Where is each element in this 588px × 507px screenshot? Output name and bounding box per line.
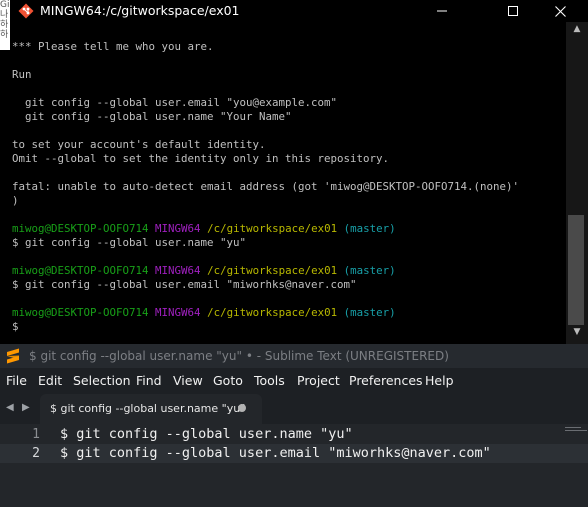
- tab-nav-left-icon[interactable]: ◀: [6, 402, 14, 413]
- menu-file[interactable]: File: [6, 373, 27, 388]
- editor-tab[interactable]: $ git config --global user.name "yu": [40, 394, 262, 424]
- command-prompt-symbol: $: [12, 320, 19, 333]
- prompt-line: miwog@DESKTOP-OOFO714 MINGW64 /c/gitwork…: [12, 222, 396, 236]
- sublime-window: $ git config --global user.name "yu" • -…: [0, 344, 588, 507]
- close-icon: [554, 5, 566, 17]
- code-line[interactable]: $ git config --global user.name "yu": [60, 425, 353, 444]
- prompt-line: miwog@DESKTOP-OOFO714 MINGW64 /c/gitwork…: [12, 306, 396, 320]
- editor-area[interactable]: 1 $ git config --global user.name "yu" 2…: [0, 424, 588, 507]
- terminal-output[interactable]: *** Please tell me who you are. Run git …: [0, 22, 566, 344]
- terminal-line: git config --global user.email "you@exam…: [12, 96, 338, 109]
- menu-project[interactable]: Project: [297, 373, 340, 388]
- close-button[interactable]: [537, 0, 583, 22]
- sublime-title: $ git config --global user.name "yu" • -…: [29, 349, 449, 363]
- terminal-line: Run: [12, 68, 32, 81]
- command-line[interactable]: $: [12, 320, 19, 334]
- prompt-user: miwog@DESKTOP-OOFO714: [12, 264, 149, 277]
- menu-help[interactable]: Help: [425, 373, 454, 388]
- maximize-button[interactable]: [490, 0, 536, 22]
- tab-nav-right-icon[interactable]: ▶: [22, 402, 30, 413]
- terminal-line: fatal: unable to auto-detect email addre…: [12, 180, 520, 193]
- terminal-line: to set your account's default identity.: [12, 138, 266, 151]
- background-window-edge: Gi 나하 하: [0, 0, 10, 50]
- prompt-branch: (master): [343, 264, 396, 277]
- minimize-icon: [437, 10, 447, 12]
- command-line: $ git config --global user.name "yu": [12, 236, 247, 249]
- menu-preferences[interactable]: Preferences: [349, 373, 423, 388]
- line-number: 1: [32, 427, 40, 442]
- menu-bar: File Edit Selection Find View Goto Tools…: [0, 368, 588, 394]
- terminal-titlebar[interactable]: MINGW64:/c/gitworkspace/ex01: [0, 0, 588, 22]
- prompt-line: miwog@DESKTOP-OOFO714 MINGW64 /c/gitwork…: [12, 264, 396, 278]
- terminal-scrollbar[interactable]: ▲ ▼: [566, 22, 588, 344]
- code-line[interactable]: $ git config --global user.email "miworh…: [60, 444, 491, 463]
- terminal-title: MINGW64:/c/gitworkspace/ex01: [40, 3, 240, 18]
- prompt-branch: (master): [343, 306, 396, 319]
- git-bash-icon: [18, 3, 34, 19]
- prompt-path: /c/gitworkspace/ex01: [207, 222, 338, 235]
- scroll-down-arrow-icon[interactable]: ▼: [566, 327, 588, 341]
- prompt-user: miwog@DESKTOP-OOFO714: [12, 306, 149, 319]
- prompt-shell: MINGW64: [155, 222, 201, 235]
- prompt-user: miwog@DESKTOP-OOFO714: [12, 222, 149, 235]
- tab-bar: ◀ ▶ $ git config --global user.name "yu": [0, 394, 588, 424]
- menu-edit[interactable]: Edit: [38, 373, 62, 388]
- line-number: 2: [32, 446, 40, 461]
- sublime-logo-icon: [7, 348, 19, 364]
- prompt-shell: MINGW64: [155, 264, 201, 277]
- unsaved-dot-icon[interactable]: [238, 404, 246, 412]
- scroll-up-arrow-icon[interactable]: ▲: [566, 24, 588, 38]
- command-line: $ git config --global user.email "miworh…: [12, 278, 357, 291]
- minimap[interactable]: [565, 426, 587, 432]
- prompt-branch: (master): [343, 222, 396, 235]
- menu-selection[interactable]: Selection: [73, 373, 131, 388]
- terminal-line: Omit --global to set the identity only i…: [12, 152, 390, 165]
- menu-goto[interactable]: Goto: [213, 373, 243, 388]
- menu-tools[interactable]: Tools: [254, 373, 285, 388]
- terminal-line: ): [12, 194, 19, 207]
- sublime-titlebar[interactable]: $ git config --global user.name "yu" • -…: [0, 344, 588, 368]
- prompt-path: /c/gitworkspace/ex01: [207, 264, 338, 277]
- prompt-shell: MINGW64: [155, 306, 201, 319]
- terminal-line: *** Please tell me who you are.: [12, 40, 214, 53]
- terminal-line: git config --global user.name "Your Name…: [12, 110, 292, 123]
- maximize-icon: [508, 6, 518, 16]
- scroll-thumb[interactable]: [568, 215, 584, 325]
- tab-label: $ git config --global user.name "yu": [50, 402, 246, 415]
- menu-view[interactable]: View: [173, 373, 203, 388]
- menu-find[interactable]: Find: [136, 373, 162, 388]
- prompt-path: /c/gitworkspace/ex01: [207, 306, 338, 319]
- minimize-button[interactable]: [419, 0, 465, 22]
- terminal-window: MINGW64:/c/gitworkspace/ex01 *** Please …: [0, 0, 588, 344]
